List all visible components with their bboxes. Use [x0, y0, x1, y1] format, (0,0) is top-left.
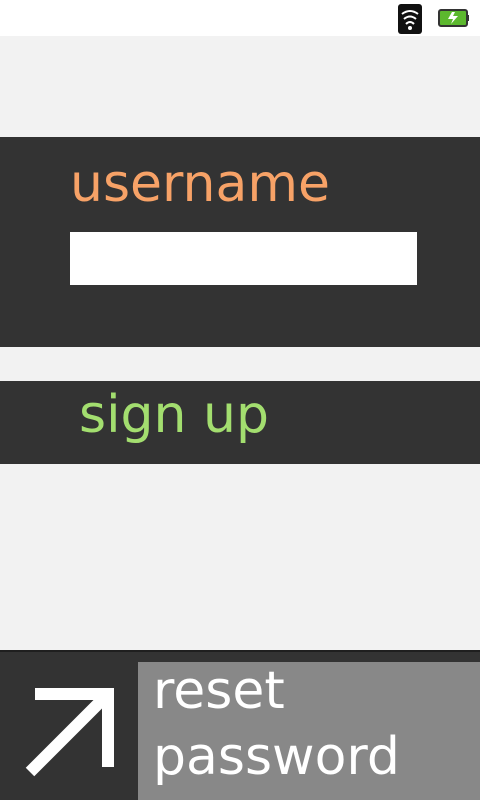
- username-label: username: [70, 154, 330, 214]
- sign-up-label: sign up: [79, 385, 269, 445]
- arrow-button[interactable]: [0, 662, 138, 800]
- username-input[interactable]: [70, 232, 417, 285]
- arrow-up-right-icon: [20, 682, 120, 782]
- status-bar: [0, 0, 480, 36]
- reset-password-label: reset password: [153, 661, 400, 787]
- wifi-icon: [398, 4, 422, 34]
- battery-charging-icon: [438, 6, 470, 30]
